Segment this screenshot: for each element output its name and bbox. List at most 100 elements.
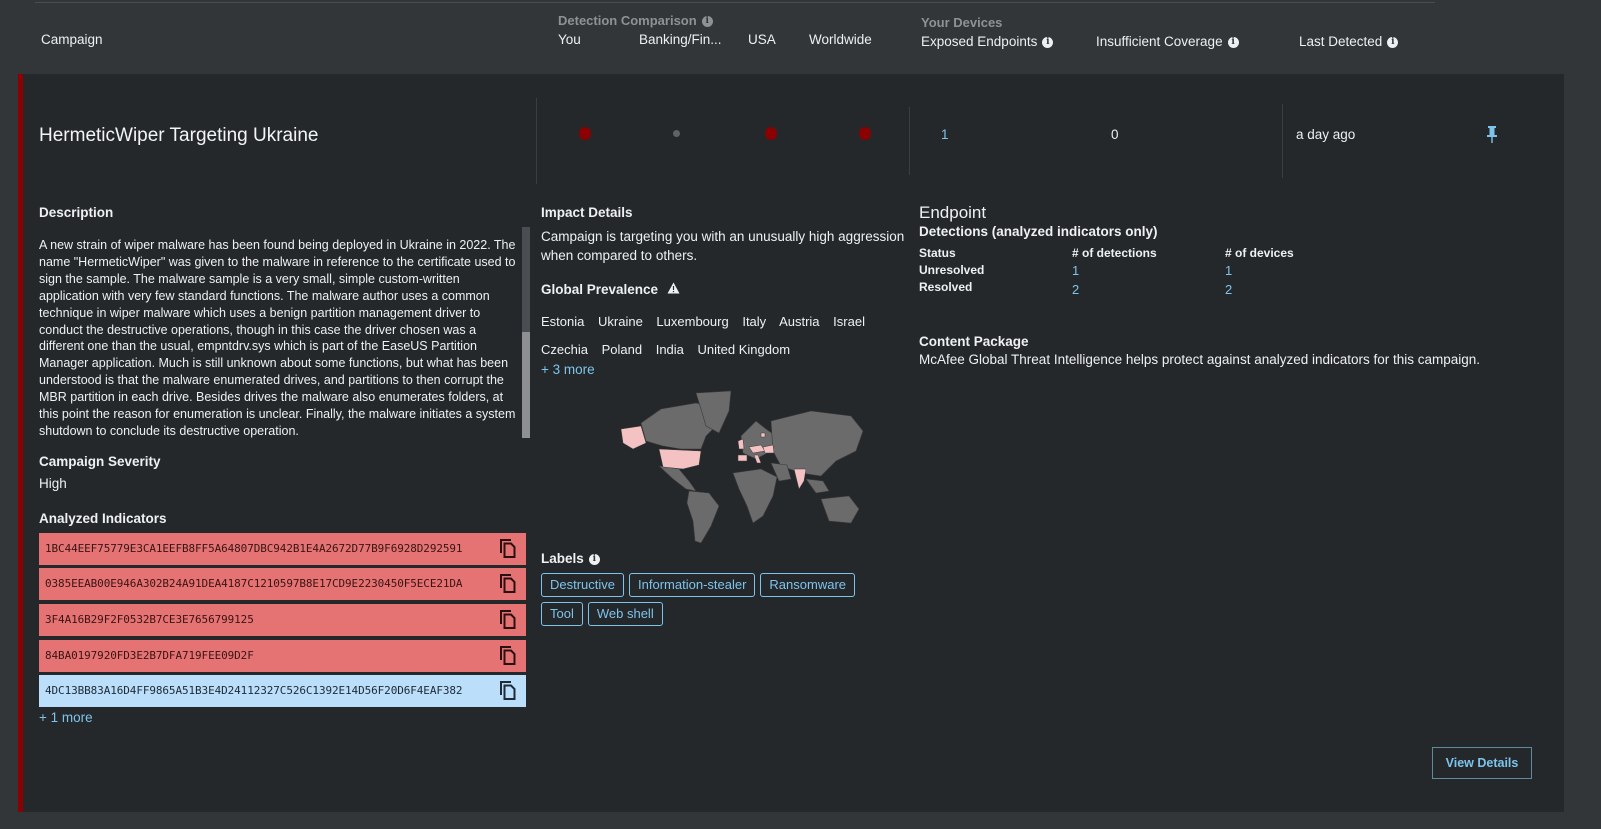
labels-list: Destructive Information-stealer Ransomware…	[541, 573, 901, 631]
comparison-dot-banking	[673, 130, 680, 137]
row-devices[interactable]: 1	[1225, 263, 1232, 278]
description-title: Description	[39, 205, 114, 220]
scrollbar-thumb[interactable]	[522, 332, 530, 438]
row-detections[interactable]: 2	[1072, 282, 1079, 297]
header-banking[interactable]: Banking/Fin...	[639, 32, 722, 47]
table-header: Campaign Detection Comparison i You Banki…	[0, 0, 1601, 74]
row-devices[interactable]: 2	[1225, 282, 1232, 297]
description-scrollbar[interactable]	[522, 227, 530, 438]
country-item: Poland	[601, 342, 643, 357]
indicator-hash[interactable]: 3F4A16B29F2F0532B7CE3E7656799125	[45, 613, 254, 626]
page-gutter	[1564, 74, 1601, 829]
header-worldwide[interactable]: Worldwide	[809, 32, 872, 47]
column-divider	[909, 107, 910, 175]
indicator-hash[interactable]: 4DC13BB83A16D4FF9865A51B3E4D24112327C526…	[45, 684, 463, 697]
map-europe	[740, 420, 777, 460]
indicator-row: 84BA0197920FD3E2B7DFA719FEE09D2F	[39, 640, 526, 672]
map-alaska-highlight	[620, 425, 647, 450]
indicator-row: 4DC13BB83A16D4FF9865A51B3E4D24112327C526…	[39, 675, 526, 707]
severity-title: Campaign Severity	[39, 454, 161, 469]
country-item: Czechia	[541, 342, 588, 357]
campaign-card: HermeticWiper Targeting Ukraine 1 0 a da…	[18, 74, 1564, 812]
label-tag[interactable]: Tool	[541, 602, 583, 626]
comparison-dot-usa	[765, 127, 777, 140]
map-estonia-highlight	[760, 432, 766, 438]
endpoint-title: Endpoint	[919, 203, 987, 222]
severity-value: High	[39, 476, 67, 491]
info-icon[interactable]: i	[701, 16, 713, 27]
header-campaign[interactable]: Campaign	[41, 32, 103, 47]
map-india-highlight	[793, 468, 807, 490]
indicator-hash[interactable]: 0385EEAB00E946A302B24A91DEA4187C1210597B…	[45, 577, 463, 590]
country-item: Estonia	[541, 314, 585, 329]
indicator-row: 1BC44EEF75779E3CA1EEFB8FF5A64807DBC942B1…	[39, 533, 526, 565]
copy-icon[interactable]	[500, 574, 516, 606]
world-map[interactable]	[601, 381, 871, 551]
description-text: A new strain of wiper malware has been f…	[39, 238, 516, 438]
row-detections[interactable]: 1	[1072, 263, 1079, 278]
content-package-title: Content Package	[919, 334, 1029, 349]
view-details-button[interactable]: View Details	[1432, 747, 1532, 779]
detections-title: Detections (analyzed indicators only)	[919, 224, 1158, 239]
label-tag[interactable]: Information-stealer	[629, 573, 756, 597]
impact-title: Impact Details	[541, 205, 633, 220]
warning-icon	[667, 282, 680, 297]
last-detected-value: a day ago	[1296, 127, 1356, 142]
copy-icon[interactable]	[500, 681, 516, 713]
indicators-more-link[interactable]: + 1 more	[39, 710, 93, 725]
map-se-asia	[805, 478, 830, 494]
copy-icon[interactable]	[500, 610, 516, 642]
row-status: Unresolved	[919, 263, 985, 277]
prevalence-more-link[interactable]: + 3 more	[541, 362, 595, 377]
comparison-dot-you	[579, 127, 591, 140]
label-tag[interactable]: Ransomware	[760, 573, 856, 597]
header-insufficient-coverage[interactable]: Insufficient Coverage i	[1096, 34, 1239, 49]
copy-icon[interactable]	[500, 646, 516, 678]
insufficient-coverage-count: 0	[1111, 127, 1119, 142]
column-header-status: Status	[919, 246, 956, 260]
map-mexico	[658, 465, 697, 492]
country-item: Italy	[742, 314, 767, 329]
map-africa	[732, 468, 778, 524]
pin-icon[interactable]	[1485, 126, 1499, 149]
map-uk-highlight	[737, 438, 745, 450]
indicator-row: 0385EEAB00E946A302B24A91DEA4187C1210597B…	[39, 568, 526, 600]
prevalence-title: Global Prevalence	[541, 282, 680, 297]
country-item: Luxembourg	[656, 314, 729, 329]
country-item: India	[655, 342, 684, 357]
header-exposed-endpoints[interactable]: Exposed Endpoints i	[921, 34, 1054, 49]
header-last-detected[interactable]: Last Detected i	[1299, 34, 1399, 49]
labels-title: Labels i	[541, 551, 600, 566]
content-package-text: McAfee Global Threat Intelligence helps …	[919, 352, 1481, 367]
map-south-america	[686, 490, 720, 544]
label-tag[interactable]: Destructive	[541, 573, 625, 597]
map-australia	[820, 495, 860, 524]
info-icon[interactable]: i	[588, 554, 600, 565]
row-status: Resolved	[919, 280, 973, 294]
header-usa[interactable]: USA	[748, 32, 776, 47]
header-detection-comparison: Detection Comparison i	[558, 13, 713, 28]
info-icon[interactable]: i	[1227, 37, 1239, 48]
column-header-devices: # of devices	[1225, 246, 1294, 260]
header-you[interactable]: You	[558, 32, 581, 47]
country-item: Israel	[833, 314, 865, 329]
column-divider	[536, 98, 537, 184]
indicators-title: Analyzed Indicators	[39, 511, 167, 526]
map-usa-highlight	[658, 448, 702, 470]
info-icon[interactable]: i	[1042, 37, 1054, 48]
indicator-hash[interactable]: 1BC44EEF75779E3CA1EEFB8FF5A64807DBC942B1…	[45, 542, 463, 555]
campaign-title[interactable]: HermeticWiper Targeting Ukraine	[39, 125, 318, 147]
indicator-row: 3F4A16B29F2F0532B7CE3E7656799125	[39, 604, 526, 636]
country-item: United Kingdom	[697, 342, 791, 357]
indicator-hash[interactable]: 84BA0197920FD3E2B7DFA719FEE09D2F	[45, 649, 254, 662]
column-header-detections: # of detections	[1072, 246, 1157, 260]
country-item: Ukraine	[598, 314, 643, 329]
info-icon[interactable]: i	[1387, 37, 1399, 48]
exposed-endpoints-count[interactable]: 1	[941, 127, 949, 142]
header-your-devices: Your Devices	[921, 15, 1003, 30]
copy-icon[interactable]	[500, 539, 516, 571]
label-tag[interactable]: Web shell	[587, 602, 663, 626]
country-item: Austria	[779, 314, 820, 329]
impact-text: Campaign is targeting you with an unusua…	[541, 229, 905, 263]
prevalence-countries: Estonia Ukraine Luxembourg Italy Austria…	[541, 308, 901, 364]
